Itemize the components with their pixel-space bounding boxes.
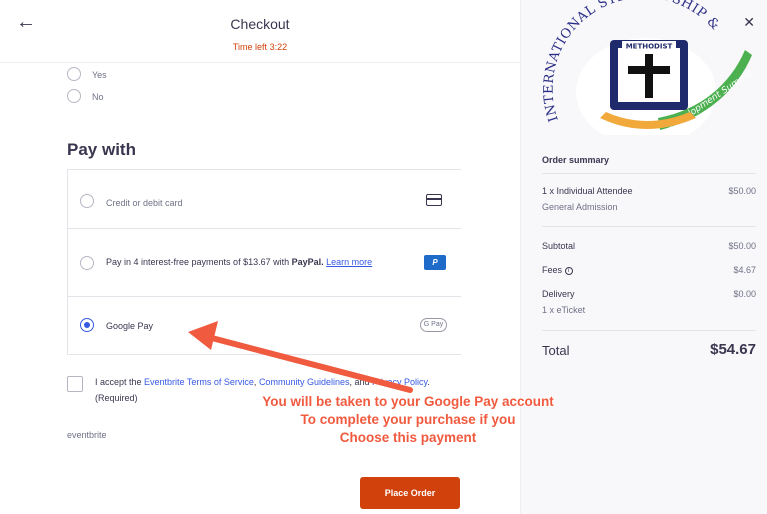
pay-with-heading: Pay with (67, 140, 136, 159)
summary-item-price: $50.00 (728, 186, 756, 196)
credit-card-label: Credit or debit card (106, 198, 183, 208)
summary-item-type: General Admission (542, 202, 618, 212)
annotation-note: You will be taken to your Google Pay acc… (228, 393, 588, 447)
payment-divider (67, 296, 461, 297)
paypal-text: Pay in 4 interest-free payments of $13.6… (106, 257, 292, 267)
annotation-line: To complete your purchase if you (300, 412, 516, 427)
radio-google-pay[interactable] (80, 318, 94, 332)
terms-checkbox[interactable] (67, 376, 83, 392)
summary-item-name: 1 x Individual Attendee (542, 186, 633, 196)
summit-logo: INTERNATIONAL STEWARDSHIP & Development … (542, 0, 752, 135)
subtotal-label: Subtotal (542, 241, 576, 251)
header-divider (0, 62, 520, 63)
order-summary-title: Order summary (542, 155, 610, 165)
total-amount: $54.67 (710, 341, 756, 358)
radio-no[interactable] (67, 89, 81, 103)
radio-yes-label: Yes (92, 70, 107, 80)
radio-credit-card[interactable] (80, 194, 94, 208)
page-title: Checkout (230, 16, 290, 32)
google-pay-label: Google Pay (106, 321, 154, 331)
eventbrite-brand: eventbrite (67, 430, 107, 440)
paypal-icon: P (424, 255, 446, 270)
privacy-policy-link[interactable]: Privacy Policy (372, 377, 427, 387)
time-left-timer: Time left 3:22 (232, 42, 288, 52)
delivery-label: Delivery (542, 289, 575, 299)
radio-paypal[interactable] (80, 256, 94, 270)
info-icon[interactable]: i (564, 266, 573, 275)
payment-divider (67, 228, 461, 229)
delivery-method: 1 x eTicket (542, 305, 586, 315)
paypal-label: Pay in 4 interest-free payments of $13.6… (106, 257, 372, 267)
fees-label: Fees (542, 265, 563, 275)
payment-divider (67, 354, 461, 355)
delivery-amount: $0.00 (733, 289, 756, 299)
radio-yes[interactable] (67, 67, 81, 81)
logo-banner-text: METHODIST (626, 43, 673, 51)
annotation-line: Choose this payment (339, 430, 477, 445)
google-pay-icon: G Pay (420, 318, 447, 332)
total-label: Total (542, 343, 570, 358)
terms-prefix: I accept the (95, 377, 145, 387)
credit-card-icon (426, 194, 442, 206)
tos-link[interactable]: Eventbrite Terms of Service (144, 377, 254, 387)
annotation-line: You will be taken to your Google Pay acc… (262, 394, 554, 409)
summary-divider (542, 226, 756, 227)
learn-more-link[interactable]: Learn more (326, 257, 372, 267)
fees-row: Fees i (542, 265, 573, 275)
radio-no-label: No (92, 92, 104, 102)
community-guidelines-link[interactable]: Community Guidelines (259, 377, 350, 387)
terms-sep: , and (349, 377, 373, 387)
place-order-button[interactable]: Place Order (360, 477, 460, 509)
paypal-brand: PayPal. (291, 257, 324, 267)
subtotal-amount: $50.00 (728, 241, 756, 251)
fees-amount: $4.67 (733, 265, 756, 275)
summary-divider (542, 173, 756, 174)
summary-divider (542, 330, 756, 331)
